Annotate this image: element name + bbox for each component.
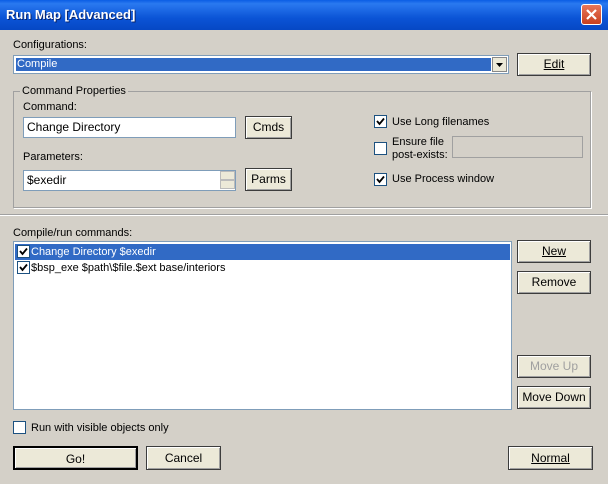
close-button[interactable] bbox=[581, 4, 602, 25]
visible-only-label: Run with visible objects only bbox=[31, 422, 169, 434]
parameters-input[interactable]: $exedir bbox=[23, 170, 236, 191]
new-button[interactable]: New bbox=[517, 240, 591, 263]
parms-button[interactable]: Parms bbox=[245, 168, 292, 191]
use-long-filenames-checkbox[interactable] bbox=[374, 115, 387, 128]
use-long-filenames-label: Use Long filenames bbox=[392, 116, 490, 128]
go-button-label: Go! bbox=[65, 452, 86, 466]
parms-button-label: Parms bbox=[251, 172, 286, 186]
configurations-selected-value: Compile bbox=[16, 58, 491, 71]
dropdown-button[interactable] bbox=[492, 57, 507, 72]
cmds-button[interactable]: Cmds bbox=[245, 116, 292, 139]
command-input[interactable]: Change Directory bbox=[23, 117, 236, 138]
ensure-file-input[interactable] bbox=[452, 136, 583, 158]
remove-button[interactable]: Remove bbox=[517, 271, 591, 294]
visible-only-checkbox[interactable] bbox=[13, 421, 26, 434]
remove-button-label: Remove bbox=[531, 275, 577, 289]
normal-button[interactable]: Normal bbox=[508, 446, 593, 470]
use-process-window-checkbox[interactable] bbox=[374, 173, 387, 186]
parameters-label: Parameters: bbox=[23, 151, 83, 163]
list-item-text: Change Directory $exedir bbox=[31, 246, 156, 258]
command-properties-title: Command Properties bbox=[20, 85, 128, 97]
cancel-button-label: Cancel bbox=[164, 451, 203, 465]
go-button[interactable]: Go! bbox=[13, 446, 138, 470]
spin-up-icon[interactable] bbox=[220, 171, 235, 180]
move-up-button[interactable]: Move Up bbox=[517, 355, 591, 378]
configurations-dropdown[interactable]: Compile bbox=[13, 55, 509, 74]
checkmark-icon bbox=[19, 247, 28, 256]
configurations-label: Configurations: bbox=[13, 39, 87, 51]
checkmark-icon bbox=[19, 263, 28, 272]
edit-button[interactable]: Edit bbox=[517, 53, 591, 76]
checkmark-icon bbox=[376, 175, 385, 184]
list-item[interactable]: Change Directory $exedir bbox=[15, 244, 510, 260]
run-map-dialog: Run Map [Advanced] Configurations: Compi… bbox=[0, 0, 608, 484]
commands-list[interactable]: Change Directory $exedir $bsp_exe $path\… bbox=[13, 241, 512, 410]
commands-label: Compile/run commands: bbox=[13, 227, 133, 239]
normal-button-label: Normal bbox=[531, 451, 570, 465]
item-checkbox[interactable] bbox=[17, 245, 30, 258]
move-down-button-label: Move Down bbox=[522, 390, 586, 404]
chevron-down-icon bbox=[496, 63, 503, 67]
parameters-spinner[interactable] bbox=[220, 171, 235, 190]
spin-down-icon[interactable] bbox=[220, 180, 235, 189]
ensure-file-label-line2: post-exists: bbox=[392, 149, 448, 161]
ensure-file-checkbox[interactable] bbox=[374, 142, 387, 155]
window-title: Run Map [Advanced] bbox=[6, 7, 136, 22]
use-process-window-label: Use Process window bbox=[392, 173, 495, 185]
list-item[interactable]: $bsp_exe $path\$file.$ext base/interiors bbox=[15, 260, 510, 276]
command-label: Command: bbox=[23, 101, 77, 113]
divider bbox=[0, 214, 608, 216]
move-down-button[interactable]: Move Down bbox=[517, 386, 591, 409]
item-checkbox[interactable] bbox=[17, 261, 30, 274]
cmds-button-label: Cmds bbox=[252, 120, 285, 134]
new-button-label: New bbox=[541, 244, 566, 258]
checkmark-icon bbox=[376, 117, 385, 126]
move-up-button-label: Move Up bbox=[529, 359, 579, 373]
title-bar[interactable]: Run Map [Advanced] bbox=[0, 0, 608, 30]
ensure-file-label-line1: Ensure file bbox=[392, 136, 444, 148]
edit-button-label: Edit bbox=[543, 57, 565, 71]
cancel-button[interactable]: Cancel bbox=[146, 446, 221, 470]
close-icon bbox=[586, 9, 597, 20]
list-item-text: $bsp_exe $path\$file.$ext base/interiors bbox=[31, 262, 226, 274]
